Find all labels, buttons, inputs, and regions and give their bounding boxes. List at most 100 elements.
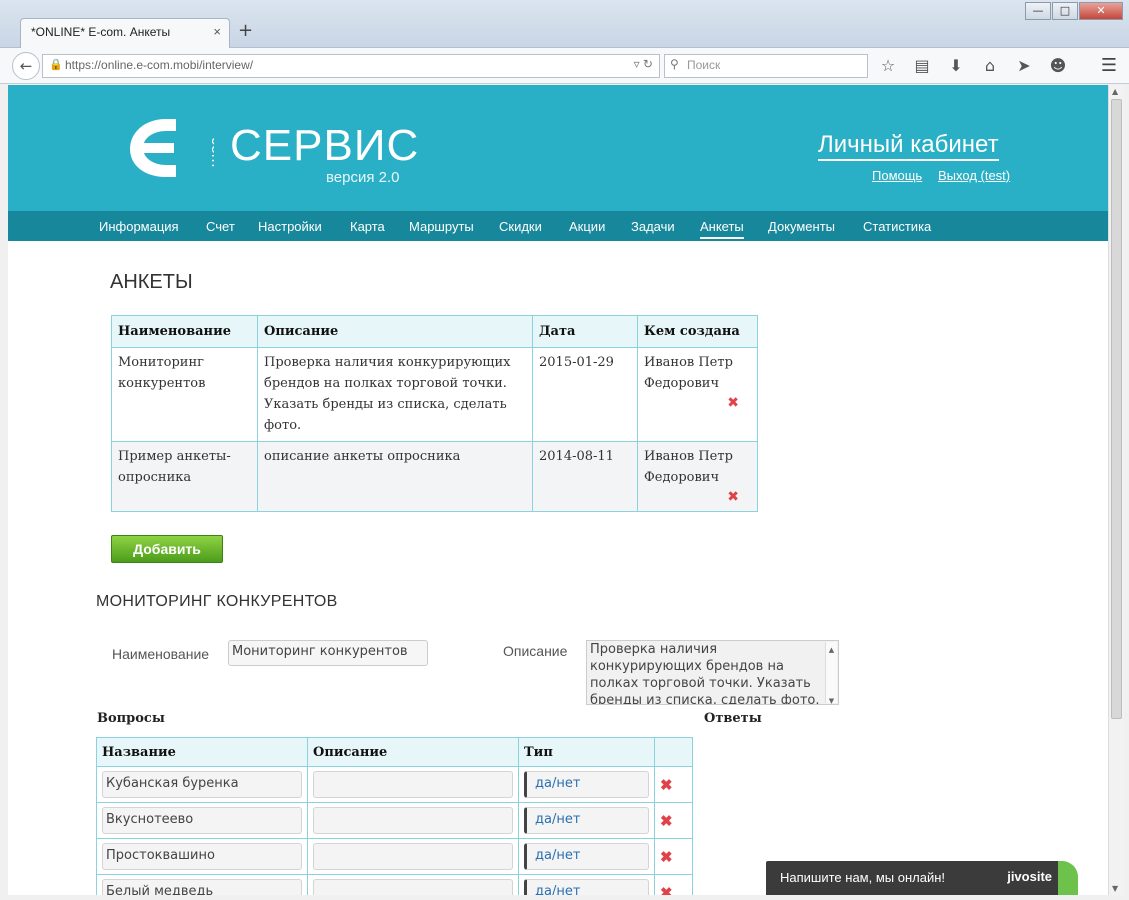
nav-item-tasks[interactable]: Задачи [631, 219, 675, 234]
form-description: Проверка наличия конкурирующих брендов н… [257, 347, 533, 442]
hamburger-menu-icon[interactable]: ☰ [1101, 55, 1117, 76]
logout-link[interactable]: Выход (test) [938, 168, 1010, 183]
bookmark-star-icon[interactable]: ☆ [878, 56, 898, 75]
form-description: описание анкеты опросника [257, 441, 533, 512]
window-titlebar: — □ ✕ *ONLINE* E-com. Анкеты × + [0, 0, 1129, 48]
minimize-button[interactable]: — [1025, 2, 1051, 20]
description-label: Описание [503, 643, 568, 659]
col-header-date: Дата [532, 315, 638, 348]
nav-item-info[interactable]: Информация [99, 219, 179, 234]
delete-icon[interactable]: ✖ [654, 766, 693, 803]
name-input[interactable]: Мониторинг конкурентов [228, 640, 428, 666]
url-bar[interactable]: 🔒 https://online.e-com.mobi/interview/ ▿… [42, 54, 660, 78]
search-input[interactable]: ⚲ Поиск [664, 54, 868, 78]
form-author: Иванов Петр Федорович [644, 355, 733, 391]
table-row: Кубанская буренка да/нет ✖ [96, 766, 693, 803]
main-nav: Информация Счет Настройки Карта Маршруты… [8, 211, 1108, 241]
nav-item-promos[interactable]: Акции [569, 219, 605, 234]
delete-icon[interactable]: ✖ [654, 874, 693, 895]
help-link[interactable]: Помощь [872, 168, 922, 183]
answers-label: Ответы [704, 711, 762, 726]
nav-item-forms[interactable]: Анкеты [700, 219, 744, 239]
forms-table-header: Наименование Описание Дата Кем создана [111, 315, 758, 348]
reload-icon[interactable]: ▿ ↻ [634, 57, 653, 71]
table-row: Белый медведь да/нет ✖ [96, 874, 693, 895]
add-button[interactable]: Добавить [111, 535, 223, 563]
browser-tool-icons: ☆ ▤ ⬇ ⌂ ➤ ☻ [878, 56, 1068, 75]
question-type-select[interactable]: да/нет [524, 771, 649, 798]
delete-icon[interactable]: ✖ [654, 802, 693, 839]
delete-icon[interactable]: ✖ [644, 394, 751, 412]
scroll-thumb[interactable] [1111, 99, 1122, 719]
maximize-button[interactable]: □ [1052, 2, 1078, 20]
table-row[interactable]: Пример анкеты-опросника описание анкеты … [111, 441, 758, 512]
page-scrollbar[interactable]: ▲ ▼ [1108, 85, 1124, 895]
textarea-scrollbar[interactable]: ▲ ▼ [825, 642, 837, 704]
form-date: 2015-01-29 [532, 347, 638, 442]
personal-cabinet-link[interactable]: Личный кабинет [818, 131, 999, 161]
form-name[interactable]: Мониторинг конкурентов [111, 347, 258, 442]
brand-version: версия 2.0 [326, 169, 400, 186]
form-author-cell: Иванов Петр Федорович ✖ [637, 441, 758, 512]
question-name-input[interactable]: Белый медведь [102, 879, 302, 895]
scroll-up-icon[interactable]: ▲ [1112, 87, 1118, 96]
browser-toolbar: ← 🔒 https://online.e-com.mobi/interview/… [0, 48, 1129, 84]
back-arrow-icon[interactable]: ← [12, 52, 40, 80]
ecom-logo-icon: com [130, 119, 214, 177]
nav-item-documents[interactable]: Документы [768, 219, 835, 234]
question-type-select[interactable]: да/нет [524, 807, 649, 834]
question-description-input[interactable] [313, 771, 513, 798]
question-name-input[interactable]: Вкуснотеево [102, 807, 302, 834]
chat-text: Напишите нам, мы онлайн! [780, 870, 946, 885]
new-tab-button[interactable]: + [238, 20, 253, 41]
home-icon[interactable]: ⌂ [980, 56, 1000, 75]
lock-icon: 🔒 [49, 59, 63, 71]
question-type-select[interactable]: да/нет [524, 843, 649, 870]
question-type-select[interactable]: да/нет [524, 879, 649, 895]
question-description-input[interactable] [313, 879, 513, 895]
form-author-cell: Иванов Петр Федорович ✖ [637, 347, 758, 442]
scroll-down-icon[interactable]: ▼ [1112, 884, 1118, 893]
form-name[interactable]: Пример анкеты-опросника [111, 441, 258, 512]
site-header: com СЕРВИС версия 2.0 Личный кабинет Пом… [8, 85, 1108, 211]
delete-icon[interactable]: ✖ [644, 488, 751, 506]
page-title: АНКЕТЫ [110, 271, 193, 293]
question-description-input[interactable] [313, 807, 513, 834]
nav-item-discounts[interactable]: Скидки [499, 219, 542, 234]
form-author: Иванов Петр Федорович [644, 449, 733, 485]
download-icon[interactable]: ⬇ [946, 56, 966, 75]
chat-brand-logo: jivosite [1007, 869, 1052, 884]
window-controls: — □ ✕ [1025, 2, 1123, 20]
nav-item-map[interactable]: Карта [350, 219, 385, 234]
table-row: Простоквашино да/нет ✖ [96, 838, 693, 875]
close-window-button[interactable]: ✕ [1079, 2, 1123, 20]
description-textarea[interactable]: Проверка наличия конкурирующих брендов н… [586, 640, 839, 705]
question-description-input[interactable] [313, 843, 513, 870]
search-placeholder: Поиск [687, 58, 721, 72]
detail-title: МОНИТОРИНГ КОНКУРЕНТОВ [96, 593, 338, 610]
send-icon[interactable]: ➤ [1014, 56, 1034, 75]
chat-widget[interactable]: Напишите нам, мы онлайн! jivosite [766, 861, 1078, 895]
delete-icon[interactable]: ✖ [654, 838, 693, 875]
table-row[interactable]: Мониторинг конкурентов Проверка наличия … [111, 347, 758, 442]
question-name-input[interactable]: Простоквашино [102, 843, 302, 870]
tab-title: *ONLINE* E-com. Анкеты [31, 25, 171, 39]
nav-item-account[interactable]: Счет [206, 219, 235, 234]
table-row: Вкуснотеево да/нет ✖ [96, 802, 693, 839]
description-text: Проверка наличия конкурирующих брендов н… [590, 642, 820, 705]
questions-table-header: Название Описание Тип [96, 737, 693, 767]
smiley-icon[interactable]: ☻ [1048, 56, 1068, 75]
col-header-question-name: Название [96, 737, 308, 767]
col-header-author: Кем создана [637, 315, 758, 348]
col-header-description: Описание [257, 315, 533, 348]
nav-item-statistics[interactable]: Статистика [863, 219, 931, 234]
clipboard-icon[interactable]: ▤ [912, 56, 932, 75]
form-date: 2014-08-11 [532, 441, 638, 512]
nav-item-routes[interactable]: Маршруты [409, 219, 474, 234]
browser-tab[interactable]: *ONLINE* E-com. Анкеты × [20, 18, 230, 48]
nav-item-settings[interactable]: Настройки [258, 219, 322, 234]
col-header-name: Наименование [111, 315, 258, 348]
name-label: Наименование [112, 646, 210, 662]
question-name-input[interactable]: Кубанская буренка [102, 771, 302, 798]
tab-close-icon[interactable]: × [213, 24, 221, 39]
